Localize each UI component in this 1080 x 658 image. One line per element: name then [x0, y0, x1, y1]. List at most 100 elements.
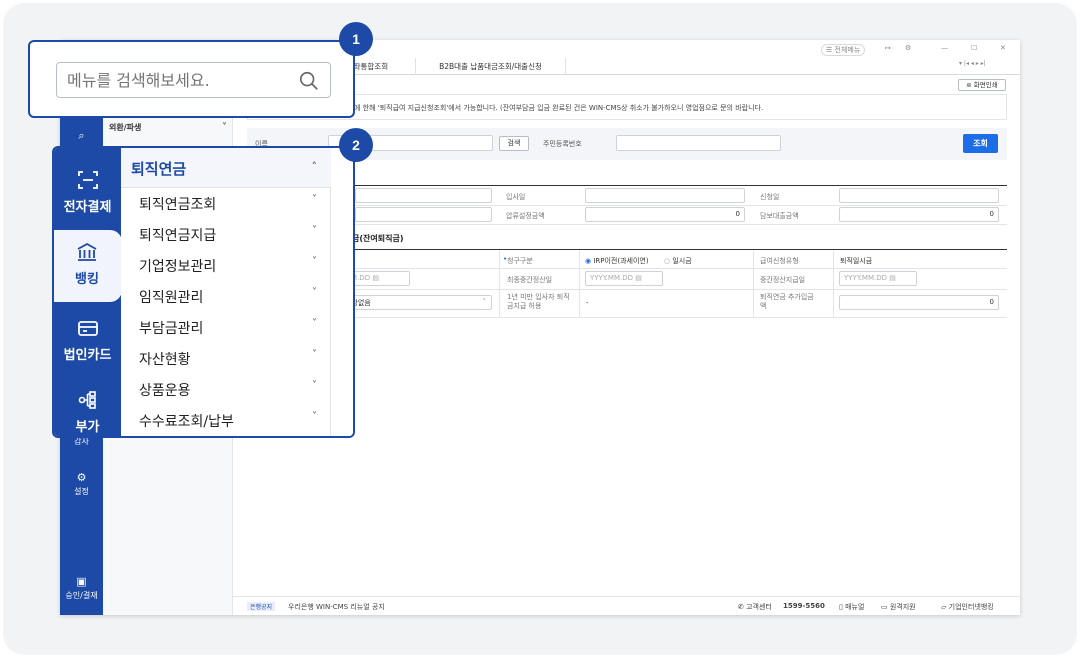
call-center-phone: 1599-5560	[783, 602, 825, 610]
seizure-amount-label: 압류설정금액	[506, 212, 545, 220]
remote-link[interactable]: ▭ 원격지원	[881, 602, 916, 612]
request-date-label: 신청일	[760, 193, 780, 201]
request-date-field[interactable]	[839, 188, 999, 203]
clipboard-icon: ▣	[76, 575, 87, 588]
menu-item[interactable]: 부담금관리 ˅	[139, 318, 317, 338]
menu-item[interactable]: 자산현황 ˅	[139, 349, 317, 369]
notice-text: 에 한해 '퇴직급여 지급신청조회'에서 가능합니다. (잔여부담금 입금 완료…	[354, 104, 764, 112]
menu-item-label: 퇴직연금지급	[139, 228, 217, 244]
row-divider	[247, 268, 1007, 269]
rrn-label: 주민등록번호	[543, 140, 582, 148]
row-divider	[247, 289, 1007, 290]
radio-lump-label: 일시금	[672, 257, 692, 265]
reason-select[interactable]: 사항없음 ˅	[340, 295, 492, 310]
benefit-type-label: 급여신청유형	[760, 257, 799, 265]
rail-settings-label: 설정	[74, 487, 89, 496]
radio-checked-icon: ◉	[585, 257, 592, 265]
menu-search-input[interactable]	[67, 70, 287, 90]
extra-amount-input[interactable]: 0	[839, 295, 999, 310]
menu-popup: 전자결제 뱅킹 법인카드 부가 퇴직연금 ˄ 퇴직연금조회 ˅ 퇴직연금지급 ˅ 기업…	[52, 146, 355, 438]
radio-irp[interactable]: ◉ IRP이전(과세이연)	[585, 256, 649, 266]
menu-item[interactable]: 기업정보관리 ˅	[139, 256, 317, 276]
bank-icon	[77, 242, 97, 261]
under1y-label: 1년 미만 입사자 퇴직금지급 허용	[507, 293, 570, 310]
hire-date-label: 입사일	[506, 193, 526, 201]
menu-item[interactable]: 임직원관리 ˅	[139, 287, 317, 307]
search-icon[interactable]	[298, 70, 320, 92]
rail-item-corpcard[interactable]: 법인카드	[54, 316, 121, 363]
mid-pay-label: 중간정산지급일	[760, 276, 806, 284]
row-divider	[247, 317, 1007, 318]
radio-irp-label: IRP이전(과세이연)	[593, 257, 649, 265]
gear-icon: ⚙	[76, 471, 87, 484]
rail-approval-label: 승인/결재	[65, 591, 98, 600]
chevron-down-icon: ˅	[312, 225, 317, 236]
rail-item-epayment[interactable]: 전자결제	[54, 168, 121, 215]
chevron-down-icon: ˅	[312, 349, 317, 360]
rail-item-banking[interactable]: 뱅킹	[54, 230, 122, 302]
col-divider	[753, 250, 754, 317]
calendar-icon: ▤	[372, 274, 379, 282]
ib-label: 기업인터넷뱅킹	[948, 603, 994, 611]
step-badge-2: 2	[339, 128, 373, 162]
field-rrn[interactable]	[355, 207, 492, 222]
manual-label: 매뉴얼	[845, 603, 865, 611]
search-button[interactable]: 검색	[499, 136, 529, 151]
calendar-icon: ▤	[635, 274, 642, 282]
chevron-down-icon: ˅	[312, 318, 317, 329]
chevron-down-icon: ˅	[482, 298, 487, 306]
chevron-up-icon: ˄	[311, 160, 318, 173]
search-popup	[28, 40, 355, 118]
under1y-value: -	[586, 299, 589, 307]
rail-item-settings[interactable]: ⚙ 설정	[60, 472, 103, 497]
hire-date-field[interactable]	[585, 188, 745, 203]
scan-icon	[77, 171, 98, 189]
last-settle-date-input[interactable]: YYYY.MM.DD ▤	[585, 271, 663, 286]
query-button[interactable]: 조회	[963, 134, 998, 153]
loan-amount-field[interactable]: 0	[839, 207, 999, 222]
rail-banking-label: 뱅킹	[75, 272, 99, 287]
hierarchy-icon	[78, 391, 96, 409]
popup-menu-list: 퇴직연금 ˄ 퇴직연금조회 ˅ 퇴직연금지급 ˅ 기업정보관리 ˅ 임직원관리 ˅ 부담금…	[121, 148, 331, 436]
radio-lump[interactable]: ○ 일시금	[664, 256, 692, 266]
row-divider	[247, 224, 1007, 225]
col-divider	[579, 250, 580, 317]
submenu-item-fx[interactable]: 외환/파생 ˅	[109, 122, 227, 133]
menu-item-label: 임직원관리	[139, 290, 204, 306]
popup-scroll-area[interactable]	[332, 148, 353, 436]
menu-search-box[interactable]	[56, 62, 331, 98]
chevron-down-icon: ˅	[312, 411, 317, 422]
call-center-label: ✆ 고객센터	[738, 603, 772, 611]
rail-item-approval[interactable]: ▣ 승인/결재	[60, 576, 103, 601]
chevron-down-icon: ˅	[312, 287, 317, 298]
popup-rail: 전자결제 뱅킹 법인카드 부가	[54, 148, 122, 436]
benefit-type-value: 퇴직일시금	[840, 257, 873, 265]
claim-table-top-border	[247, 249, 1007, 250]
footer-bar: 은행공지 우리은행 WIN-CMS 리뉴얼 공지 ✆ 고객센터 1599-556…	[233, 596, 1020, 615]
mid-pay-date-input[interactable]: YYYY.MM.DD ▤	[839, 271, 917, 286]
manual-link[interactable]: ▯ 매뉴얼	[839, 602, 864, 612]
rail-search-icon[interactable]: ⌕	[60, 130, 103, 144]
rail-item-extra[interactable]: 부가	[54, 388, 121, 435]
rrn-input[interactable]	[616, 135, 781, 151]
field-name[interactable]	[355, 188, 492, 203]
footer-notice-link[interactable]: 우리은행 WIN-CMS 리뉴얼 공지	[288, 602, 385, 612]
menu-header-label: 퇴직연금	[131, 160, 187, 178]
rail-audit-label: 감사	[74, 437, 89, 446]
remote-label: 원격지원	[889, 603, 916, 611]
menu-item[interactable]: 수수료조회/납부 ˅	[139, 411, 317, 431]
rail-extra-label: 부가	[75, 420, 100, 435]
menu-item[interactable]: 퇴직연금조회 ˅	[139, 194, 317, 214]
menu-item[interactable]: 퇴직연금지급 ˅	[139, 225, 317, 245]
info-table-top-border	[247, 185, 1007, 186]
menu-item[interactable]: 상품운용 ˅	[139, 380, 317, 400]
seizure-amount-field[interactable]: 0	[585, 207, 745, 222]
ib-link[interactable]: ▱ 기업인터넷뱅킹	[941, 602, 994, 612]
submenu-fx-label: 외환/파생	[109, 123, 142, 132]
chevron-down-icon: ˅	[222, 122, 227, 133]
mid-pay-placeholder: YYYY.MM.DD	[844, 274, 887, 282]
book-icon: ▯	[839, 603, 843, 611]
menu-item-label: 퇴직연금조회	[139, 197, 217, 213]
menu-header[interactable]: 퇴직연금 ˄	[121, 148, 331, 188]
section2-title: 금(잔여퇴직금)	[352, 234, 404, 243]
